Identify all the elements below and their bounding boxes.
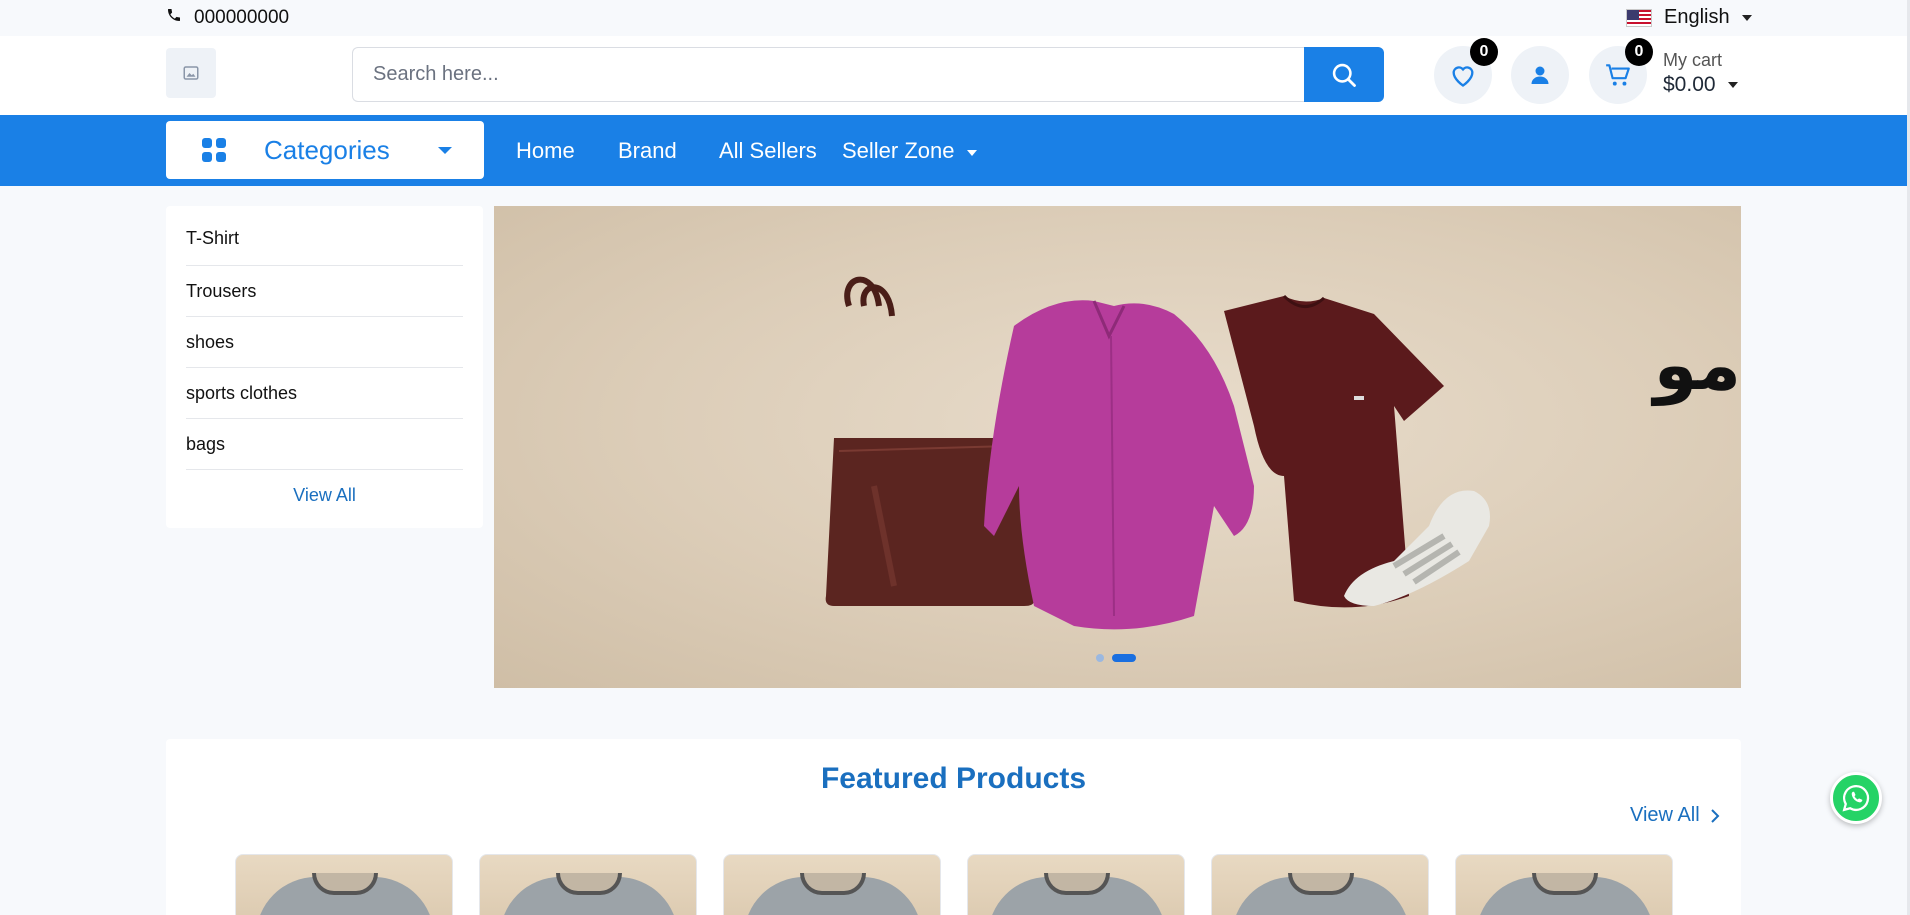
phone-contact[interactable]: 000000000 — [166, 7, 289, 29]
chevron-right-icon — [1710, 808, 1720, 823]
carousel-dots — [1096, 654, 1136, 662]
grid-icon — [202, 138, 226, 162]
category-item-sports-clothes[interactable]: sports clothes — [186, 368, 463, 419]
site-logo[interactable] — [166, 48, 216, 98]
banner-overlay-text: مو — [1653, 324, 1741, 406]
top-bar: 000000000 English — [0, 0, 1910, 36]
category-item-t-shirt[interactable]: T-Shirt — [186, 206, 463, 266]
cart-total: $0.00 — [1663, 73, 1716, 96]
category-item-trousers[interactable]: Trousers — [186, 266, 463, 317]
chevron-down-icon — [438, 147, 452, 154]
banner-image — [825, 276, 1490, 630]
search-input[interactable] — [352, 47, 1304, 102]
categories-dropdown[interactable]: Categories — [166, 121, 484, 179]
whatsapp-button[interactable] — [1830, 772, 1882, 824]
carousel-dot-1[interactable] — [1096, 654, 1104, 662]
category-item-bags[interactable]: bags — [186, 419, 463, 470]
heart-icon — [1452, 66, 1474, 87]
chevron-down-icon — [1727, 82, 1738, 88]
search-icon — [1332, 63, 1356, 87]
user-icon — [1531, 66, 1549, 84]
categories-label: Categories — [264, 135, 390, 165]
hero-banner[interactable]: مو — [494, 206, 1741, 688]
site-header: 0 0 My cart $0.00 — [0, 36, 1910, 115]
cart-icon — [1606, 64, 1630, 86]
featured-view-all-label: View All — [1630, 804, 1700, 826]
whatsapp-icon — [1842, 784, 1870, 812]
product-card[interactable] — [967, 854, 1185, 915]
product-card[interactable] — [1211, 854, 1429, 915]
nav-link-seller-zone[interactable]: Seller Zone — [842, 138, 955, 164]
language-selector[interactable]: English — [1626, 6, 1752, 29]
phone-icon — [166, 7, 182, 29]
main-nav: Categories Home Brand All Sellers Seller… — [0, 115, 1907, 186]
image-placeholder-icon — [183, 66, 199, 80]
cart-summary[interactable]: My cart $0.00 — [1663, 50, 1738, 97]
product-card[interactable] — [723, 854, 941, 915]
us-flag-icon — [1626, 8, 1652, 27]
featured-products-title: Featured Products — [820, 762, 1087, 795]
product-card[interactable] — [1455, 854, 1673, 915]
nav-link-brand[interactable]: Brand — [618, 138, 677, 164]
featured-products-section: Featured Products View All — [166, 739, 1741, 915]
product-card[interactable] — [235, 854, 453, 915]
wishlist-button[interactable]: 0 — [1434, 38, 1498, 104]
product-card[interactable] — [479, 854, 697, 915]
cart-label: My cart — [1663, 50, 1723, 70]
language-label: English — [1664, 6, 1730, 28]
featured-view-all-link[interactable]: View All — [1630, 804, 1720, 827]
category-sidebar: T-Shirt Trousers shoes sports clothes ba… — [166, 206, 483, 528]
search-bar — [352, 47, 1384, 102]
nav-link-home[interactable]: Home — [516, 138, 575, 164]
seller-zone-chevron-down-icon[interactable] — [967, 150, 977, 156]
nav-link-all-sellers[interactable]: All Sellers — [719, 138, 817, 164]
wishlist-count-badge: 0 — [1470, 38, 1498, 66]
search-button[interactable] — [1304, 47, 1384, 102]
phone-number: 000000000 — [194, 7, 290, 28]
chevron-down-icon — [1741, 14, 1752, 21]
carousel-dot-2[interactable] — [1112, 654, 1136, 662]
account-button[interactable] — [1511, 46, 1569, 104]
category-item-shoes[interactable]: shoes — [186, 317, 463, 368]
categories-view-all-link[interactable]: View All — [186, 470, 463, 520]
cart-button[interactable]: 0 — [1589, 38, 1653, 104]
cart-count-badge: 0 — [1625, 38, 1653, 66]
